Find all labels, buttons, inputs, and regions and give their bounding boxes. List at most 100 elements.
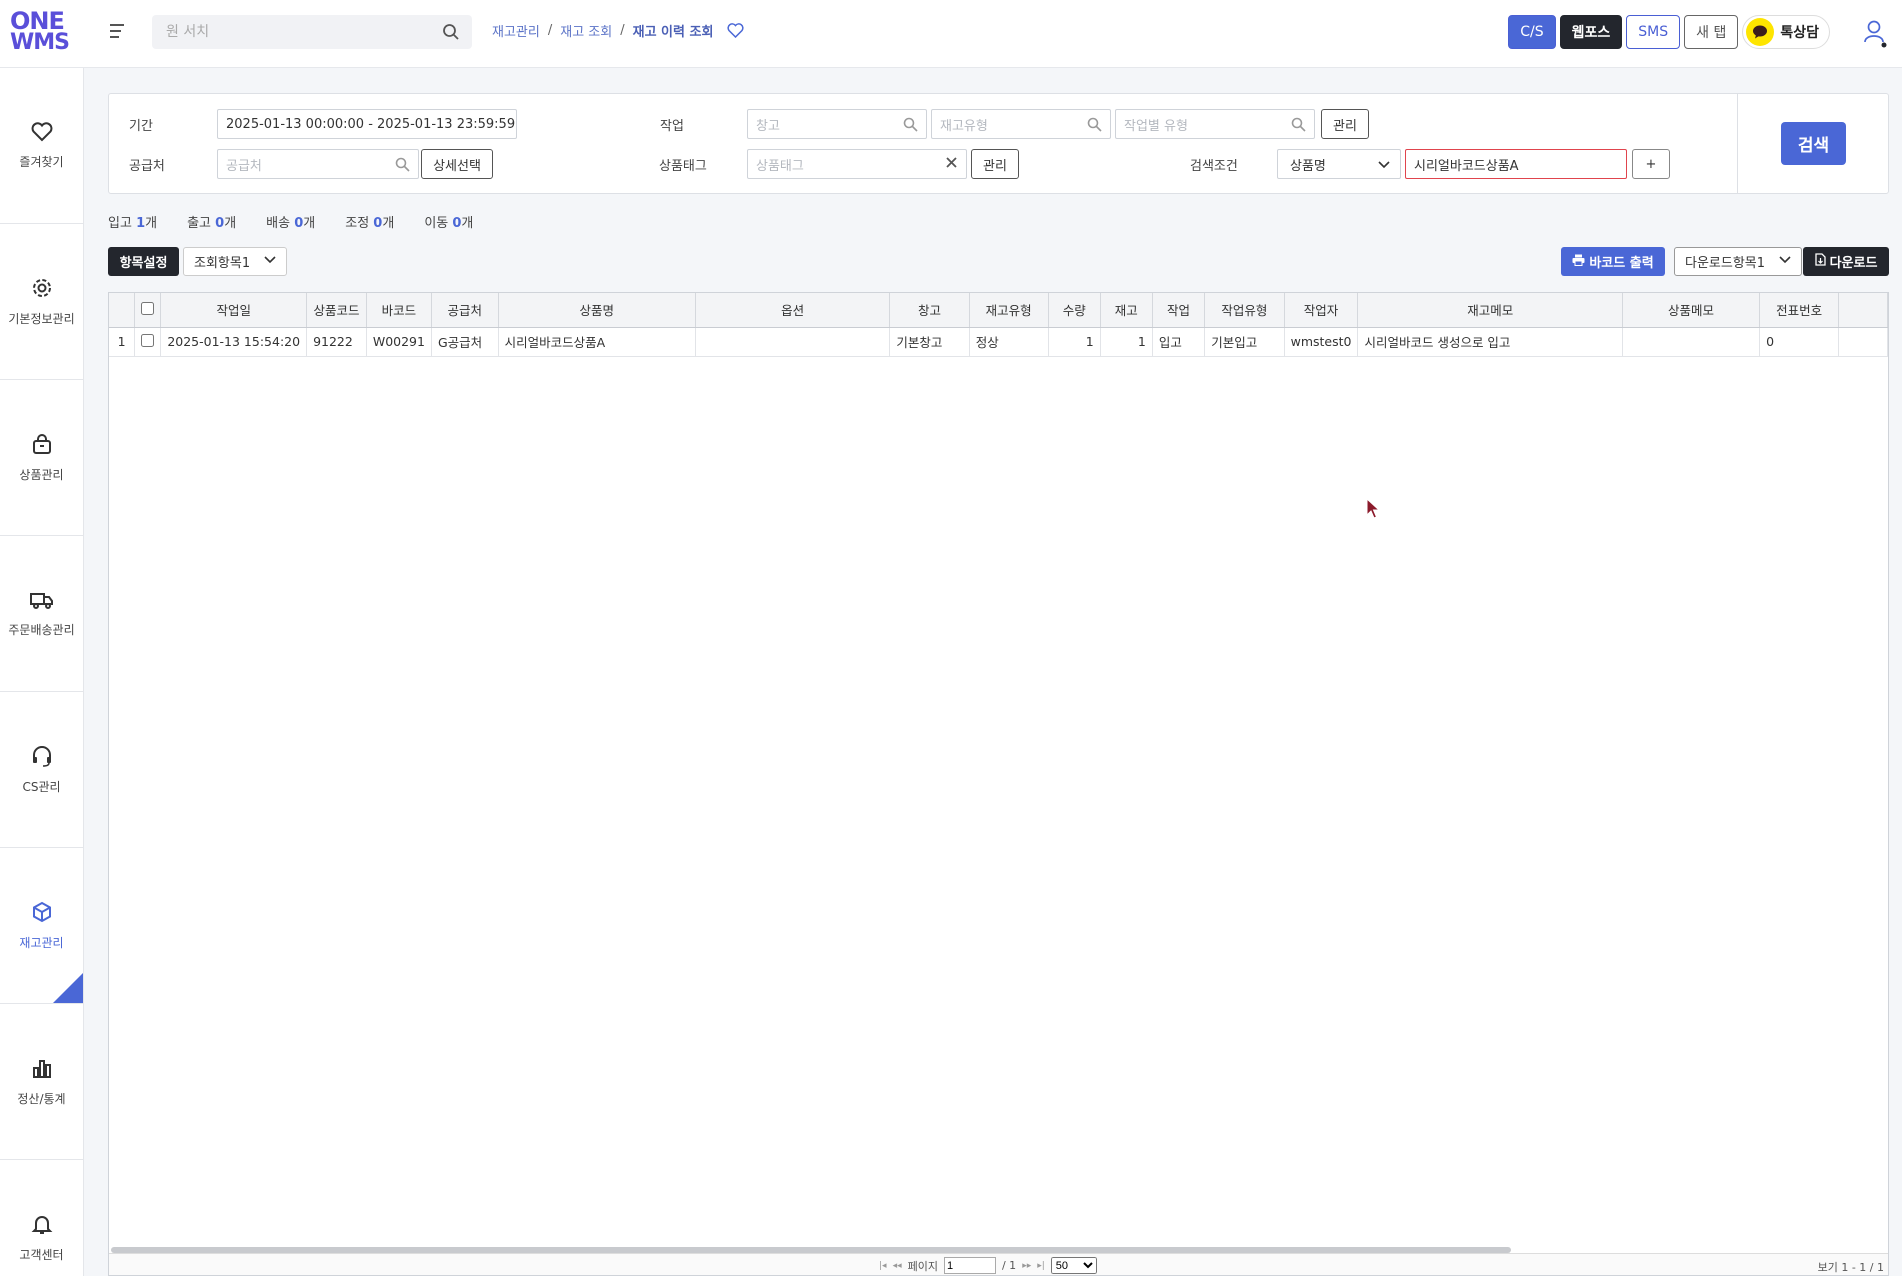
- header-select-all: [134, 293, 162, 328]
- cell-product-memo: [1622, 327, 1761, 357]
- period-input[interactable]: 2025-01-13 00:00:00 - 2025-01-13 23:59:5…: [217, 109, 517, 139]
- sidebar-item-products[interactable]: 상품관리: [0, 380, 83, 536]
- cell-slip-number: 0: [1759, 327, 1840, 357]
- header-option[interactable]: 옵션: [695, 293, 891, 328]
- search-icon[interactable]: [442, 23, 460, 45]
- header-extra: [1838, 293, 1888, 328]
- header-worker[interactable]: 작업자: [1284, 293, 1359, 328]
- cell-worker: wmstest0: [1284, 327, 1359, 357]
- work-manage-button[interactable]: 관리: [1321, 109, 1369, 139]
- header-supplier[interactable]: 공급처: [431, 293, 499, 328]
- header-quantity[interactable]: 수량: [1048, 293, 1101, 328]
- download-columns-select[interactable]: 다운로드항목1: [1674, 247, 1802, 276]
- download-button[interactable]: 다운로드: [1803, 247, 1889, 276]
- add-condition-button[interactable]: +: [1632, 149, 1670, 179]
- condition-select[interactable]: 상품명: [1277, 149, 1401, 179]
- row-checkbox[interactable]: [141, 333, 155, 347]
- breadcrumb: 재고관리 / 재고 조회 / 재고 이력 조회: [492, 21, 744, 40]
- work-type-input[interactable]: 작업별 유형: [1115, 109, 1315, 139]
- breadcrumb-item-2[interactable]: 재고 조회: [560, 21, 612, 40]
- period-label: 기간: [129, 119, 153, 134]
- cell-option: [695, 327, 891, 357]
- column-settings-button[interactable]: 항목설정: [108, 247, 179, 276]
- onewms-logo[interactable]: ONE WMS: [10, 9, 70, 58]
- header-product-memo[interactable]: 상품메모: [1622, 293, 1761, 328]
- cs-button[interactable]: C/S: [1508, 15, 1556, 49]
- cell-work-date: 2025-01-13 15:54:20: [160, 327, 308, 357]
- count-adjust: 조정 0개: [345, 216, 395, 231]
- count-inbound: 입고 1개: [108, 216, 158, 231]
- logo-line2: WMS: [10, 30, 70, 55]
- tag-input[interactable]: 상품태그: [747, 149, 967, 179]
- sms-button[interactable]: SMS: [1626, 15, 1681, 49]
- cell-stock-memo: 시리얼바코드 생성으로 입고: [1357, 327, 1624, 357]
- headset-icon: [31, 745, 53, 770]
- header-stock-type[interactable]: 재고유형: [969, 293, 1049, 328]
- page-size-select[interactable]: 50: [1050, 1257, 1097, 1274]
- heart-icon: [31, 121, 53, 145]
- new-tab-button[interactable]: 새 탭: [1684, 15, 1739, 49]
- sidebar-item-inventory[interactable]: 재고관리: [0, 848, 83, 1004]
- header-stock[interactable]: 재고: [1100, 293, 1153, 328]
- warehouse-input[interactable]: 창고: [747, 109, 927, 139]
- menu-toggle-icon[interactable]: [110, 24, 124, 38]
- top-header: ONE WMS 재고관리 / 재고 조회 / 재고 이력 조회 C/S 웹포스 …: [0, 0, 1902, 68]
- breadcrumb-item-1[interactable]: 재고관리: [492, 21, 540, 40]
- supplier-placeholder: 공급처: [226, 158, 262, 174]
- detail-select-button[interactable]: 상세선택: [421, 149, 493, 179]
- last-page-icon[interactable]: ▸|: [1037, 1261, 1045, 1271]
- search-icon[interactable]: [903, 117, 918, 136]
- header-work[interactable]: 작업: [1152, 293, 1206, 328]
- header-work-type[interactable]: 작업유형: [1204, 293, 1285, 328]
- search-button[interactable]: 검색: [1781, 122, 1846, 165]
- sidebar-item-support[interactable]: 고객센터: [0, 1160, 83, 1276]
- sidebar-item-favorites[interactable]: 즐겨찾기: [0, 68, 83, 224]
- first-page-icon[interactable]: |◂: [879, 1261, 887, 1271]
- select-all-checkbox[interactable]: [141, 301, 155, 315]
- box-icon: [31, 901, 53, 926]
- user-profile-icon[interactable]: [1862, 18, 1888, 52]
- sidebar: 즐겨찾기 기본정보관리 상품관리 주문배송관리 CS관리 재고관리 정산/통계 …: [0, 68, 84, 1276]
- condition-value-input[interactable]: 시리얼바코드상품A: [1405, 149, 1627, 179]
- supplier-input[interactable]: 공급처: [217, 149, 419, 179]
- header-barcode[interactable]: 바코드: [366, 293, 432, 328]
- chevron-down-icon: [1779, 254, 1791, 269]
- sidebar-item-orders[interactable]: 주문배송관리: [0, 536, 83, 692]
- header-slip-number[interactable]: 전표번호: [1759, 293, 1840, 328]
- view-range-text: 보기 1 - 1 / 1: [1817, 1261, 1884, 1274]
- next-page-icon[interactable]: ▸▸: [1022, 1261, 1031, 1271]
- search-icon[interactable]: [395, 157, 410, 176]
- sidebar-item-basic-info[interactable]: 기본정보관리: [0, 224, 83, 380]
- talk-consult-label: 톡상담: [1780, 25, 1819, 41]
- sidebar-item-cs[interactable]: CS관리: [0, 692, 83, 848]
- favorite-heart-icon[interactable]: [727, 23, 744, 38]
- header-work-date[interactable]: 작업일: [160, 293, 308, 328]
- tag-manage-button[interactable]: 관리: [971, 149, 1019, 179]
- stock-type-input[interactable]: 재고유형: [931, 109, 1111, 139]
- search-filter-panel: 기간 2025-01-13 00:00:00 - 2025-01-13 23:5…: [108, 93, 1889, 194]
- table-row[interactable]: 1 2025-01-13 15:54:20 91222 W00291 G공급처 …: [109, 327, 1888, 357]
- global-search-input[interactable]: [152, 15, 432, 49]
- header-product-code[interactable]: 상품코드: [306, 293, 367, 328]
- barcode-print-button[interactable]: 바코드 출력: [1561, 247, 1665, 276]
- cell-barcode: W00291: [366, 327, 432, 357]
- header-stock-memo[interactable]: 재고메모: [1357, 293, 1624, 328]
- cell-quantity: 1: [1048, 327, 1101, 357]
- pager: |◂ ◂◂ 페이지 / 1 ▸▸ ▸| 50 보기 1 - 1 / 1: [109, 1253, 1888, 1275]
- search-icon[interactable]: [1087, 117, 1102, 136]
- cell-work: 입고: [1152, 327, 1206, 357]
- page-input[interactable]: [943, 1257, 996, 1274]
- barcode-print-label: 바코드 출력: [1589, 256, 1654, 271]
- clear-icon[interactable]: [945, 156, 958, 173]
- view-columns-select[interactable]: 조회항목1: [183, 247, 287, 276]
- header-warehouse[interactable]: 창고: [889, 293, 970, 328]
- sidebar-item-stats[interactable]: 정산/통계: [0, 1004, 83, 1160]
- search-icon[interactable]: [1291, 117, 1306, 136]
- history-table: 작업일 상품코드 바코드 공급처 상품명 옵션 창고 재고유형 수량 재고 작업…: [109, 293, 1888, 357]
- talk-consult-button[interactable]: 톡상담: [1742, 15, 1830, 49]
- prev-page-icon[interactable]: ◂◂: [893, 1261, 902, 1271]
- webforce-button[interactable]: 웹포스: [1559, 15, 1623, 49]
- view-columns-value: 조회항목1: [194, 256, 251, 271]
- header-product-name[interactable]: 상품명: [498, 293, 696, 328]
- download-label: 다운로드: [1829, 256, 1878, 271]
